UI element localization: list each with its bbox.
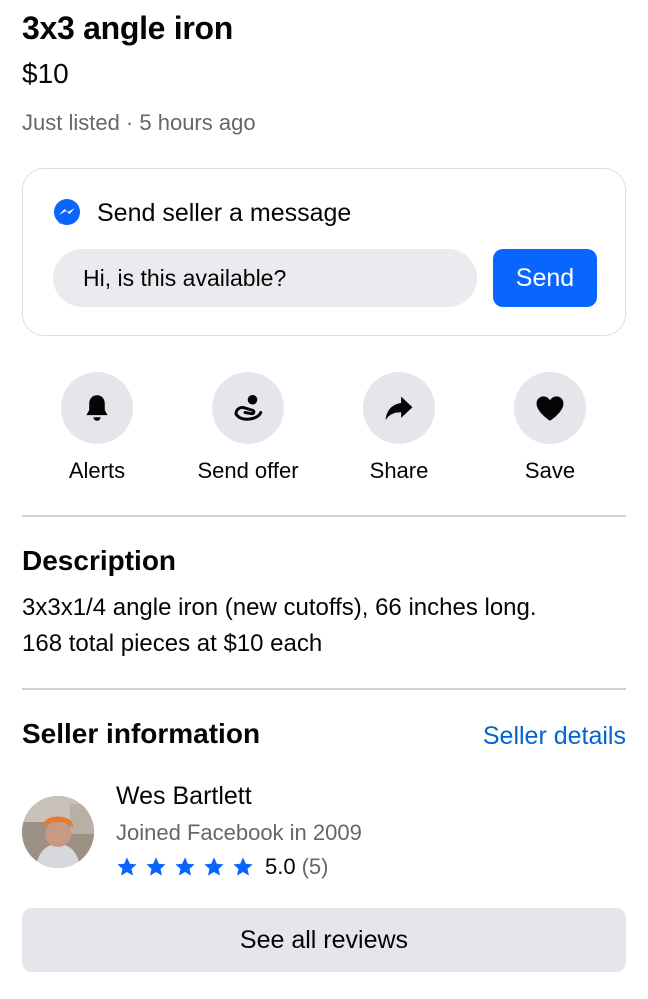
heart-icon — [536, 396, 564, 421]
message-header: Send seller a message — [51, 197, 351, 229]
message-card: Send seller a message Hi, is this availa… — [22, 168, 626, 336]
rating-count: (5) — [301, 854, 329, 879]
rating-score: 5.0 — [265, 854, 296, 879]
star-icon — [233, 857, 253, 876]
save-button[interactable] — [514, 372, 586, 444]
see-all-reviews-button[interactable]: See all reviews — [22, 908, 626, 972]
action-bar: Alerts Send offer Share Save — [22, 372, 626, 488]
save-action[interactable]: Save — [475, 372, 625, 484]
description-heading: Description — [22, 545, 177, 576]
star-icon — [146, 857, 166, 876]
star-icon — [175, 857, 195, 876]
seller-avatar[interactable] — [22, 796, 94, 868]
send-button[interactable]: Send — [493, 249, 597, 307]
send-offer-button[interactable] — [212, 372, 284, 444]
seller-heading: Seller information — [22, 718, 261, 749]
message-input[interactable]: Hi, is this available? — [53, 249, 477, 307]
star-icon — [204, 857, 224, 876]
listing-meta: Just listed · 5 hours ago — [22, 110, 256, 135]
share-action[interactable]: Share — [324, 372, 474, 484]
bell-icon — [86, 395, 108, 421]
offer-hand-icon — [234, 394, 263, 421]
alerts-action[interactable]: Alerts — [22, 372, 172, 484]
alerts-button[interactable] — [61, 372, 133, 444]
seller-details-link[interactable]: Seller details — [483, 722, 626, 751]
divider — [22, 688, 626, 690]
share-button[interactable] — [363, 372, 435, 444]
messenger-icon — [54, 199, 80, 225]
send-offer-action[interactable]: Send offer — [173, 372, 323, 484]
message-heading: Send seller a message — [97, 198, 352, 227]
share-arrow-icon — [385, 396, 413, 421]
listing-price: $10 — [22, 58, 69, 89]
star-icon — [117, 857, 137, 876]
listing-title: 3x3 angle iron — [22, 10, 233, 46]
seller-name[interactable]: Wes Bartlett — [116, 782, 252, 811]
description-text: 3x3x1/4 angle iron (new cutoffs), 66 inc… — [22, 590, 626, 662]
save-label: Save — [524, 458, 576, 483]
description-line: 3x3x1/4 angle iron (new cutoffs), 66 inc… — [22, 594, 537, 621]
alerts-label: Alerts — [68, 458, 126, 483]
share-label: Share — [369, 458, 429, 483]
description-line: 168 total pieces at $10 each — [22, 630, 323, 657]
seller-rating: 5.0 (5) — [116, 854, 328, 880]
avatar-photo — [22, 796, 94, 868]
divider — [22, 515, 626, 517]
seller-joined: Joined Facebook in 2009 — [116, 820, 362, 845]
send-offer-label: Send offer — [197, 458, 299, 483]
